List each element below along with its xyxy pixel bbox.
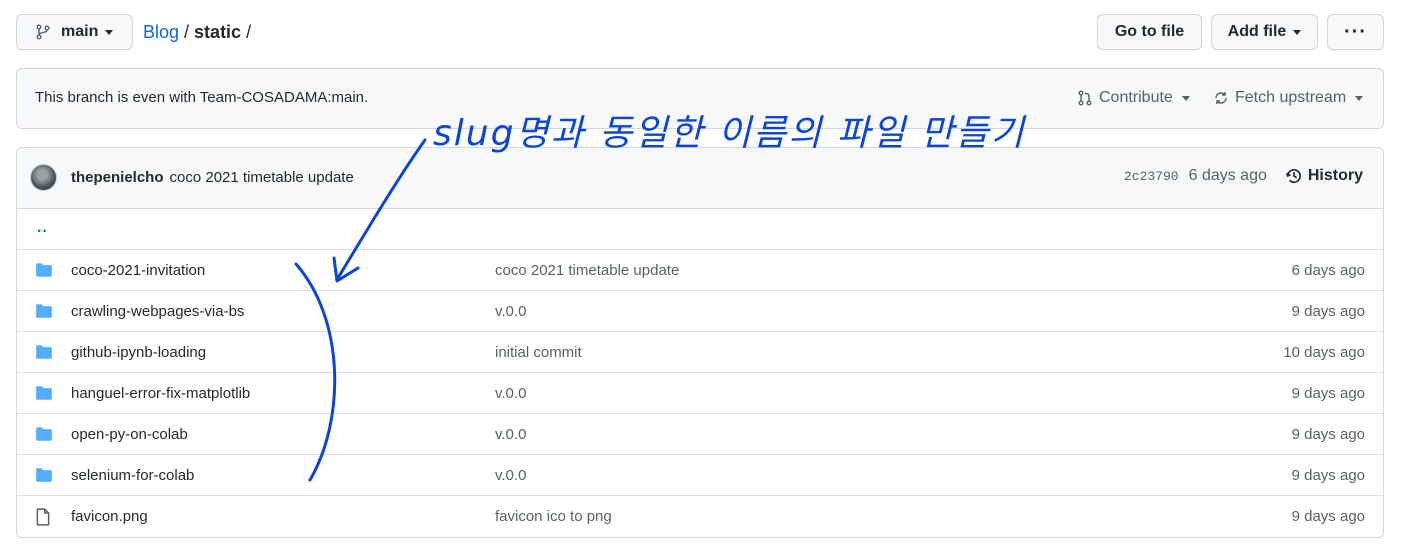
fetch-upstream-label: Fetch upstream bbox=[1235, 89, 1347, 106]
breadcrumb-repo-link[interactable]: Blog bbox=[143, 22, 179, 42]
latest-commit-bar: thepenielcho coco 2021 timetable update 2… bbox=[17, 148, 1383, 209]
file-list: thepenielcho coco 2021 timetable update 2… bbox=[16, 147, 1384, 538]
file-commit-message-link[interactable]: coco 2021 timetable update bbox=[495, 262, 679, 279]
folder-icon bbox=[36, 304, 52, 318]
branch-status-box: This branch is even with Team-COSADAMA:m… bbox=[16, 68, 1384, 129]
breadcrumb-separator: / bbox=[184, 22, 190, 42]
breadcrumb: Blog / static / bbox=[143, 20, 256, 44]
file-row[interactable]: favicon.png favicon ico to png 9 days ago bbox=[17, 496, 1383, 537]
commit-sha-link[interactable]: 2c23790 bbox=[1124, 169, 1179, 184]
file-commit-age: 9 days ago bbox=[1291, 426, 1365, 443]
branch-name: main bbox=[61, 23, 99, 40]
folder-row[interactable]: github-ipynb-loading initial commit 10 day… bbox=[17, 332, 1383, 373]
contribute-label: Contribute bbox=[1099, 89, 1173, 106]
history-link[interactable]: History bbox=[1285, 167, 1363, 185]
folder-icon bbox=[36, 386, 52, 400]
file-commit-message-link[interactable]: v.0.0 bbox=[495, 467, 526, 484]
repo-file-browser: main Blog / static / Go to file Add file ··… bbox=[0, 0, 1401, 557]
add-file-button[interactable]: Add file bbox=[1211, 14, 1318, 50]
branch-select-button[interactable]: main bbox=[16, 14, 133, 50]
parent-directory-link[interactable]: .. bbox=[37, 219, 48, 237]
folder-icon bbox=[36, 427, 52, 441]
file-icon-wrap bbox=[35, 508, 51, 530]
file-commit-message-link[interactable]: favicon ico to png bbox=[495, 508, 612, 525]
breadcrumb-separator: / bbox=[246, 22, 252, 42]
folder-icon bbox=[36, 263, 52, 277]
file-commit-age: 9 days ago bbox=[1291, 385, 1365, 402]
commit-message-link[interactable]: coco 2021 timetable update bbox=[170, 169, 354, 186]
file-commit-message-link[interactable]: v.0.0 bbox=[495, 303, 526, 320]
chevron-down-icon bbox=[1293, 29, 1302, 35]
folder-row[interactable]: hanguel-error-fix-matplotlib v.0.0 9 days … bbox=[17, 373, 1383, 414]
file-commit-message-link[interactable]: v.0.0 bbox=[495, 426, 526, 443]
folder-row[interactable]: coco-2021-invitation coco 2021 timetable … bbox=[17, 250, 1383, 291]
contribute-button[interactable]: Contribute bbox=[1077, 89, 1190, 107]
file-commit-age: 9 days ago bbox=[1291, 467, 1365, 484]
file-commit-message-link[interactable]: initial commit bbox=[495, 344, 582, 361]
file-commit-age: 9 days ago bbox=[1291, 303, 1365, 320]
commit-meta: 2c23790 6 days ago History bbox=[1124, 167, 1363, 185]
file-commit-age: 6 days ago bbox=[1291, 262, 1365, 279]
folder-icon-wrap bbox=[35, 385, 53, 405]
go-to-file-button[interactable]: Go to file bbox=[1097, 14, 1202, 50]
file-commit-message-link[interactable]: v.0.0 bbox=[495, 385, 526, 402]
commit-age: 6 days ago bbox=[1188, 167, 1267, 184]
parent-directory-row[interactable]: .. bbox=[17, 209, 1383, 250]
file-name-link[interactable]: selenium-for-colab bbox=[71, 467, 194, 484]
file-name-link[interactable]: coco-2021-invitation bbox=[71, 262, 205, 279]
chevron-down-icon bbox=[1181, 95, 1190, 101]
folder-icon bbox=[36, 345, 52, 359]
folder-icon bbox=[36, 468, 52, 482]
branch-status-text: This branch is even with Team-COSADAMA:m… bbox=[35, 89, 369, 106]
history-label: History bbox=[1307, 167, 1363, 184]
history-icon bbox=[1285, 169, 1301, 183]
folder-row[interactable]: crawling-webpages-via-bs v.0.0 9 days ago bbox=[17, 291, 1383, 332]
fetch-upstream-button[interactable]: Fetch upstream bbox=[1213, 89, 1364, 107]
folder-icon-wrap bbox=[35, 303, 53, 323]
breadcrumb-current: static bbox=[194, 22, 242, 42]
file-name-link[interactable]: crawling-webpages-via-bs bbox=[71, 303, 244, 320]
latest-commit-summary: thepenielcho coco 2021 timetable update bbox=[71, 169, 354, 186]
repo-toolbar: main Blog / static / Go to file Add file ··… bbox=[16, 14, 1384, 50]
folder-icon-wrap bbox=[35, 344, 53, 364]
folder-row[interactable]: open-py-on-colab v.0.0 9 days ago bbox=[17, 414, 1383, 455]
git-branch-icon bbox=[36, 24, 50, 40]
chevron-down-icon bbox=[1355, 95, 1364, 101]
add-file-label: Add file bbox=[1227, 23, 1287, 40]
file-name-link[interactable]: favicon.png bbox=[71, 508, 148, 525]
avatar[interactable] bbox=[30, 164, 57, 191]
file-name-link[interactable]: hanguel-error-fix-matplotlib bbox=[71, 385, 250, 402]
file-commit-age: 10 days ago bbox=[1283, 344, 1365, 361]
more-options-button[interactable]: ··· bbox=[1327, 14, 1384, 50]
file-commit-age: 9 days ago bbox=[1291, 508, 1365, 525]
file-icon bbox=[36, 508, 50, 526]
pull-request-icon bbox=[1078, 90, 1092, 106]
commit-author-link[interactable]: thepenielcho bbox=[71, 169, 164, 186]
folder-row[interactable]: selenium-for-colab v.0.0 9 days ago bbox=[17, 455, 1383, 496]
file-name-link[interactable]: github-ipynb-loading bbox=[71, 344, 206, 361]
file-name-link[interactable]: open-py-on-colab bbox=[71, 426, 188, 443]
sync-icon bbox=[1215, 92, 1227, 104]
folder-icon-wrap bbox=[35, 426, 53, 446]
folder-icon-wrap bbox=[35, 467, 53, 487]
folder-icon-wrap bbox=[35, 262, 53, 282]
chevron-down-icon bbox=[105, 29, 114, 35]
